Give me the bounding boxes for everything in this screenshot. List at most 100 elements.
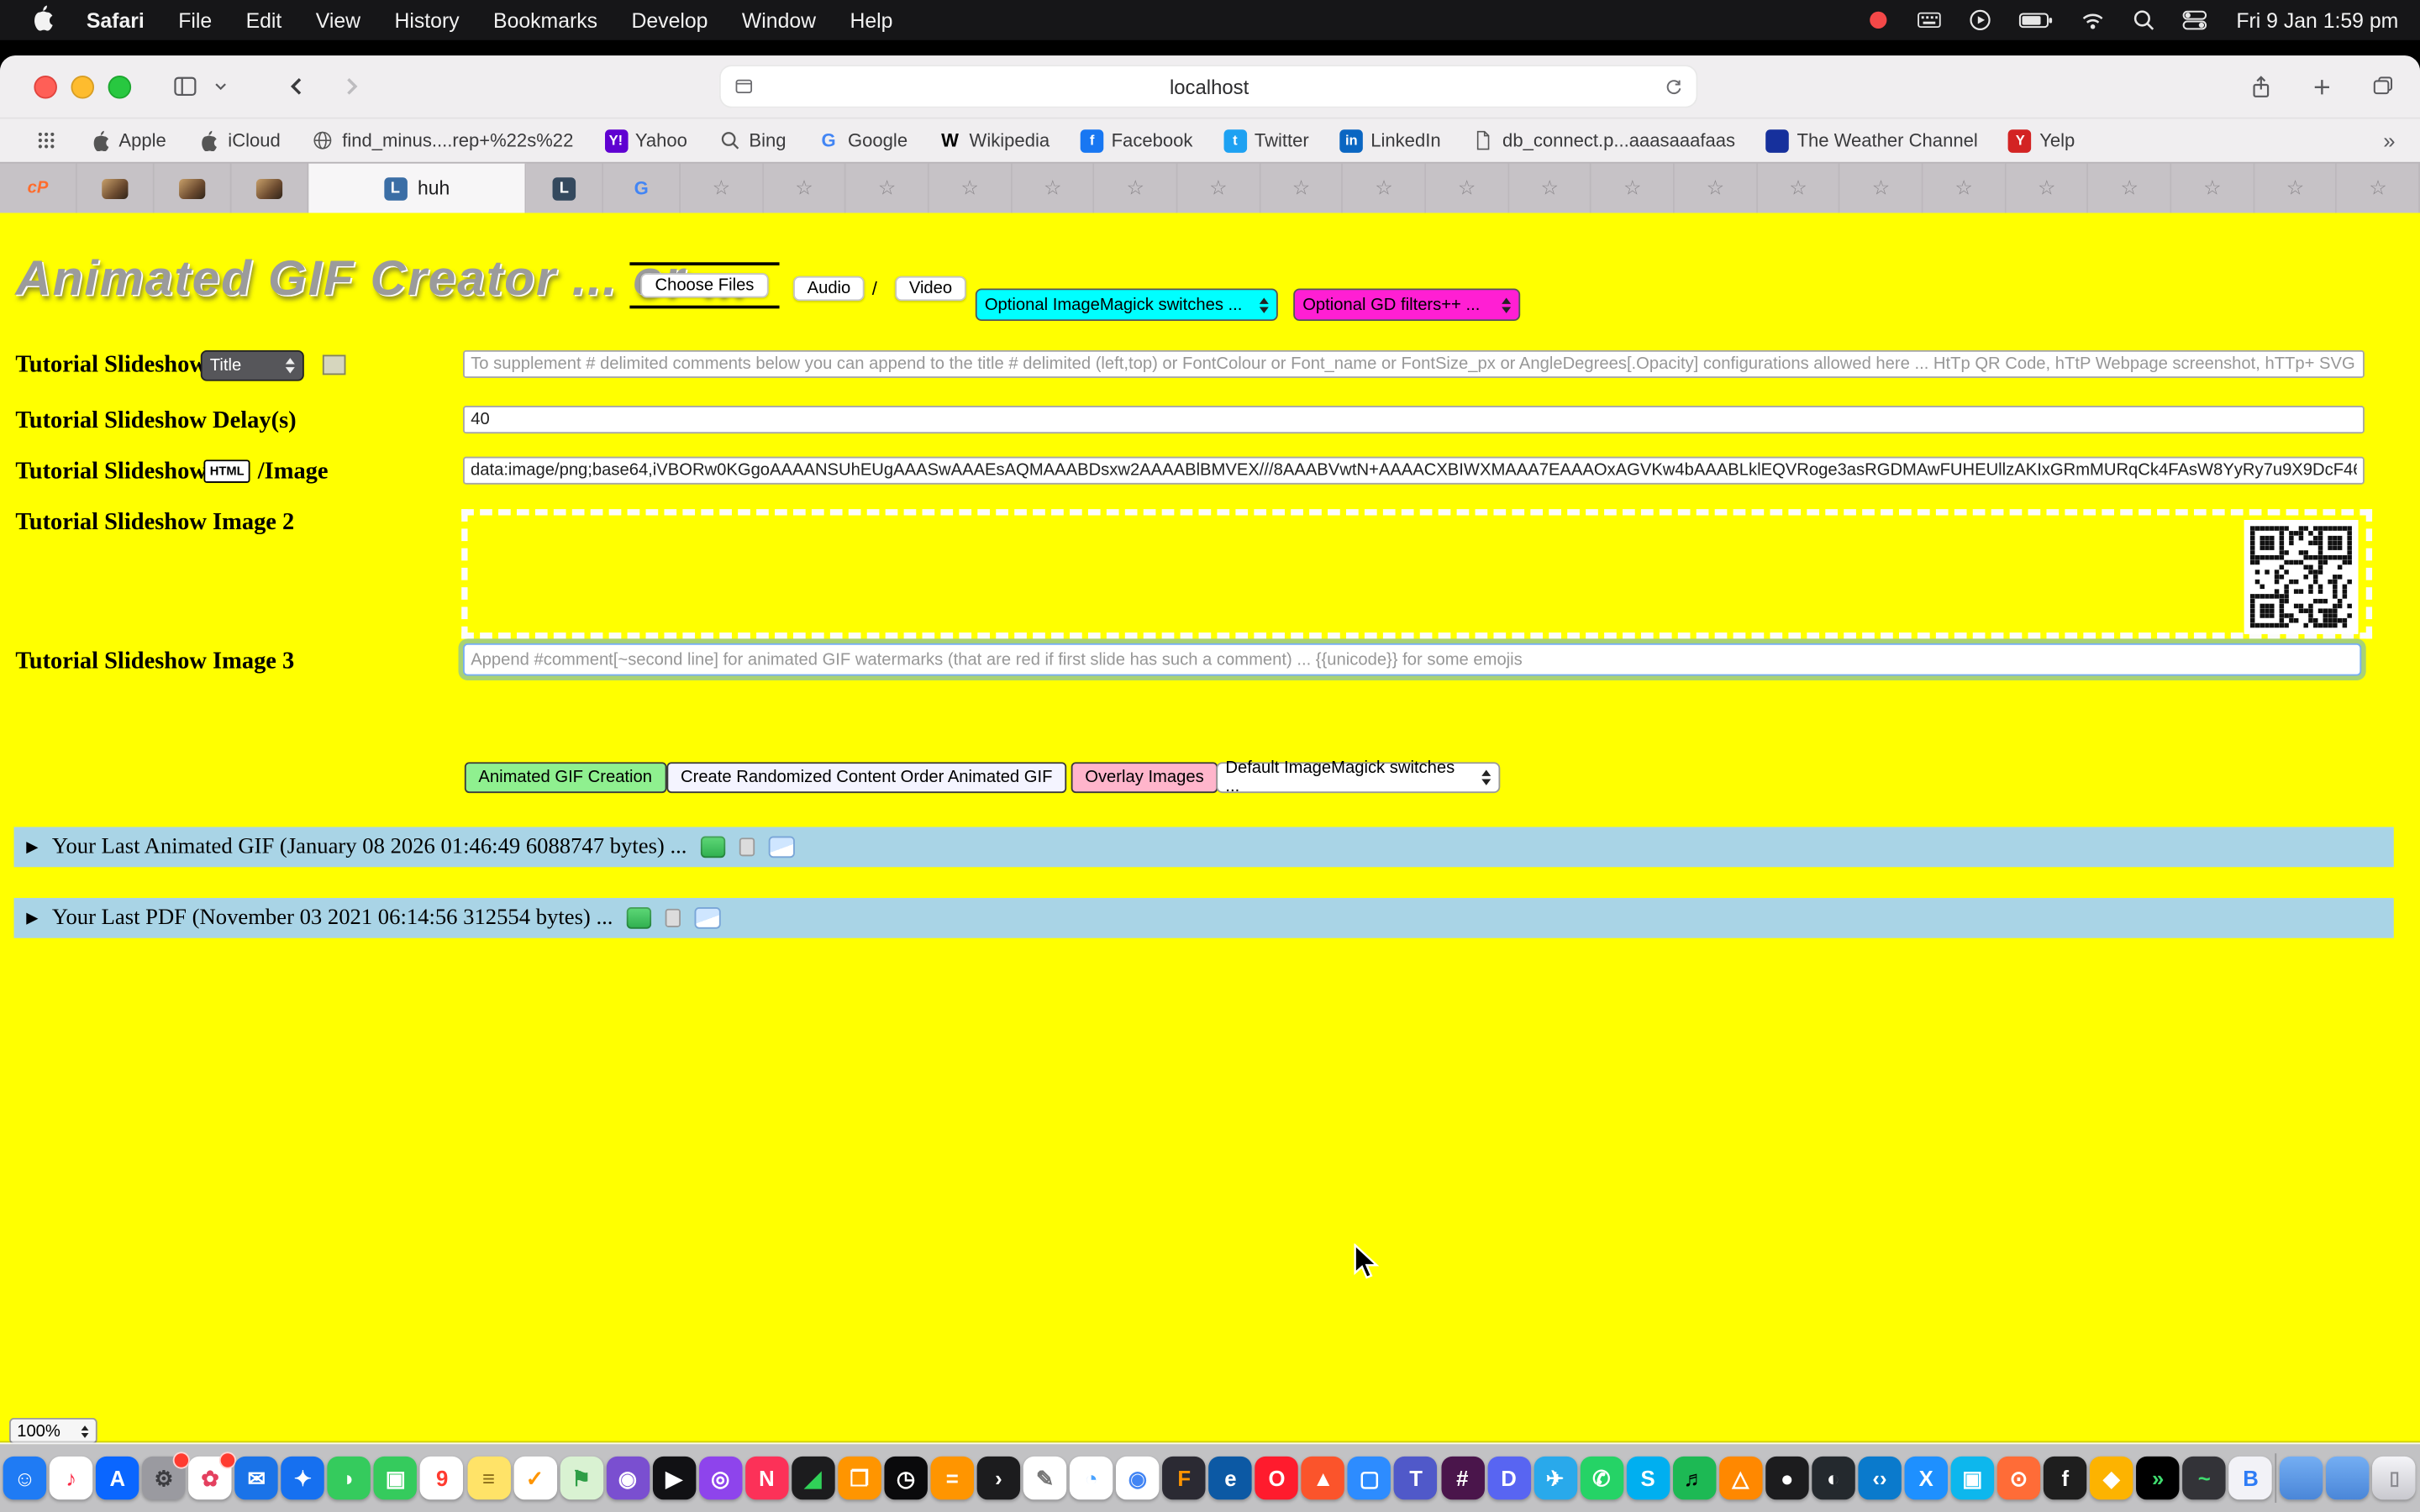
favorites-overflow-chevron[interactable]: » bbox=[2377, 128, 2402, 152]
favorite-google[interactable]: GGoogle bbox=[802, 129, 923, 152]
dock-icon-notes[interactable]: ≡ bbox=[467, 1457, 510, 1499]
tab-empty-star[interactable]: ☆ bbox=[1758, 164, 1841, 213]
tab-empty-star[interactable]: ☆ bbox=[2171, 164, 2254, 213]
app-icon[interactable] bbox=[1866, 8, 1891, 32]
new-tab-icon[interactable] bbox=[2311, 75, 2334, 98]
tab-art[interactable] bbox=[232, 164, 309, 213]
overlay-images-button[interactable]: Overlay Images bbox=[1071, 762, 1218, 793]
keyboard-icon[interactable] bbox=[1917, 8, 1941, 32]
dock-icon-vscode[interactable]: ‹› bbox=[1858, 1457, 1901, 1499]
tab-l[interactable]: L bbox=[526, 164, 603, 213]
tab-empty-star[interactable]: ☆ bbox=[846, 164, 929, 213]
dock-icon-news[interactable]: N bbox=[745, 1457, 788, 1499]
tab-empty-star[interactable]: ☆ bbox=[1177, 164, 1260, 213]
zoom-button[interactable] bbox=[108, 75, 132, 98]
menu-clock[interactable]: Fri 9 Jan 1:59 pm bbox=[2236, 8, 2398, 32]
control-center-icon[interactable] bbox=[2182, 8, 2207, 32]
attachment-chart-icon[interactable] bbox=[701, 837, 725, 858]
favorite-facebook[interactable]: fFacebook bbox=[1065, 129, 1207, 152]
tab-empty-star[interactable]: ☆ bbox=[1012, 164, 1095, 213]
dock-icon-finder[interactable]: ☺ bbox=[3, 1457, 46, 1499]
tab-empty-star[interactable]: ☆ bbox=[1095, 164, 1178, 213]
dock-icon-tv[interactable]: ▶ bbox=[652, 1457, 695, 1499]
imagemagick-switches-select[interactable]: Optional ImageMagick switches ... bbox=[976, 288, 1278, 321]
dock-icon-telegram[interactable]: ✈ bbox=[1534, 1457, 1576, 1499]
menu-item-history[interactable]: History bbox=[377, 8, 476, 32]
default-switches-select[interactable]: Default ImageMagick switches ... bbox=[1216, 762, 1500, 793]
apple-menu[interactable] bbox=[15, 5, 69, 36]
html-chip[interactable]: HTML bbox=[203, 459, 250, 483]
battery-icon[interactable] bbox=[2018, 8, 2054, 32]
forward-button[interactable] bbox=[339, 74, 363, 98]
sidebar-toggle-icon[interactable] bbox=[171, 74, 199, 98]
dock-icon-sketch[interactable]: ◆ bbox=[2090, 1457, 2133, 1499]
tab-cpanel[interactable]: cP bbox=[0, 164, 77, 213]
tab-empty-star[interactable]: ☆ bbox=[1344, 164, 1427, 213]
disclosure-triangle-icon[interactable]: ▶ bbox=[26, 910, 38, 927]
dock-icon-opera[interactable]: O bbox=[1255, 1457, 1298, 1499]
dock-icon-music[interactable]: ♪ bbox=[50, 1457, 92, 1499]
tab-empty-star[interactable]: ☆ bbox=[1675, 164, 1758, 213]
video-button[interactable]: Video bbox=[895, 276, 965, 301]
favorite-twitter[interactable]: tTwitter bbox=[1208, 129, 1324, 152]
dock-icon-discord[interactable]: D bbox=[1487, 1457, 1530, 1499]
attachment-mini-icon[interactable] bbox=[739, 837, 755, 856]
favorite-the-weather-channel[interactable]: The Weather Channel bbox=[1750, 129, 1993, 152]
tab-empty-star[interactable]: ☆ bbox=[1840, 164, 1923, 213]
dock-icon-downloads-folder[interactable] bbox=[2281, 1457, 2323, 1499]
dock-icon-podcasts[interactable]: ◎ bbox=[699, 1457, 742, 1499]
tab-empty-star[interactable]: ☆ bbox=[929, 164, 1013, 213]
chevron-down-icon[interactable] bbox=[212, 77, 230, 96]
dock-icon-vlc[interactable]: △ bbox=[1719, 1457, 1762, 1499]
dock-icon-firefox[interactable]: F bbox=[1162, 1457, 1205, 1499]
animated-gif-creation-button[interactable]: Animated GIF Creation bbox=[465, 762, 666, 793]
dock-icon-trash[interactable]: ▯ bbox=[2373, 1457, 2416, 1499]
dock-icon-teams[interactable]: T bbox=[1394, 1457, 1437, 1499]
dock-icon-calculator[interactable]: = bbox=[931, 1457, 974, 1499]
back-button[interactable] bbox=[286, 74, 309, 98]
page-icon[interactable] bbox=[733, 76, 755, 97]
dock-icon-edge[interactable]: e bbox=[1209, 1457, 1252, 1499]
tab-empty-star[interactable]: ☆ bbox=[1591, 164, 1675, 213]
tab-overview-icon[interactable] bbox=[2370, 74, 2395, 98]
menu-item-bookmarks[interactable]: Bookmarks bbox=[476, 8, 614, 32]
dock-icon-skype[interactable]: S bbox=[1626, 1457, 1669, 1499]
attachment-image-icon[interactable] bbox=[769, 837, 795, 858]
dock-icon-github[interactable]: ◐ bbox=[1812, 1457, 1854, 1499]
dock-icon-whatsapp[interactable]: ✆ bbox=[1580, 1457, 1623, 1499]
dock-icon-docker[interactable]: ▣ bbox=[1951, 1457, 1994, 1499]
favorite-icloud[interactable]: iCloud bbox=[182, 129, 296, 152]
favorites-grid[interactable] bbox=[18, 129, 72, 152]
favorite-linkedin[interactable]: inLinkedIn bbox=[1324, 129, 1456, 152]
dock-icon-textedit[interactable]: ✎ bbox=[1023, 1457, 1066, 1499]
tab-empty-star[interactable]: ☆ bbox=[1426, 164, 1509, 213]
disclosure-triangle-icon[interactable]: ▶ bbox=[26, 838, 38, 855]
favorite-bing[interactable]: Bing bbox=[702, 129, 802, 152]
dock-icon-photos[interactable]: ✿ bbox=[189, 1457, 232, 1499]
dock-icon-maps[interactable]: ⚑ bbox=[560, 1457, 602, 1499]
dock-icon-facetime[interactable]: ▣ bbox=[374, 1457, 417, 1499]
reload-icon[interactable] bbox=[1664, 76, 1684, 97]
minimize-button[interactable] bbox=[71, 75, 94, 98]
tab-huh[interactable]: Lhuh bbox=[308, 164, 526, 213]
menu-item-help[interactable]: Help bbox=[833, 8, 909, 32]
page-zoom-select[interactable]: 100% bbox=[9, 1418, 97, 1444]
favorite-yahoo[interactable]: Y!Yahoo bbox=[589, 129, 703, 152]
dock-icon-preview[interactable]: ◔ bbox=[1070, 1457, 1113, 1499]
tab-art[interactable] bbox=[77, 164, 155, 213]
tab-empty-star[interactable]: ☆ bbox=[2089, 164, 2172, 213]
result-last-gif[interactable]: ▶ Your Last Animated GIF (January 08 202… bbox=[14, 827, 2394, 867]
randomized-gif-button[interactable]: Create Randomized Content Order Animated… bbox=[666, 762, 1066, 793]
dock-icon-reminders[interactable]: ✓ bbox=[513, 1457, 556, 1499]
tab-art[interactable] bbox=[155, 164, 232, 213]
tab-empty-star[interactable]: ☆ bbox=[764, 164, 847, 213]
tab-empty-star[interactable]: ☆ bbox=[2338, 164, 2420, 213]
favorite-yelp[interactable]: YYelp bbox=[1993, 129, 2091, 152]
result-last-pdf[interactable]: ▶ Your Last PDF (November 03 2021 06:14:… bbox=[14, 898, 2394, 938]
dock-icon-books[interactable]: ❐ bbox=[838, 1457, 881, 1499]
data-uri-input[interactable] bbox=[463, 457, 2365, 485]
audio-button[interactable]: Audio bbox=[793, 276, 865, 301]
share-icon[interactable] bbox=[2249, 73, 2273, 99]
favorite-find-minus-rep-22s-22[interactable]: find_minus....rep+%22s%22 bbox=[296, 129, 589, 152]
dock-icon-documents-folder[interactable] bbox=[2327, 1457, 2370, 1499]
